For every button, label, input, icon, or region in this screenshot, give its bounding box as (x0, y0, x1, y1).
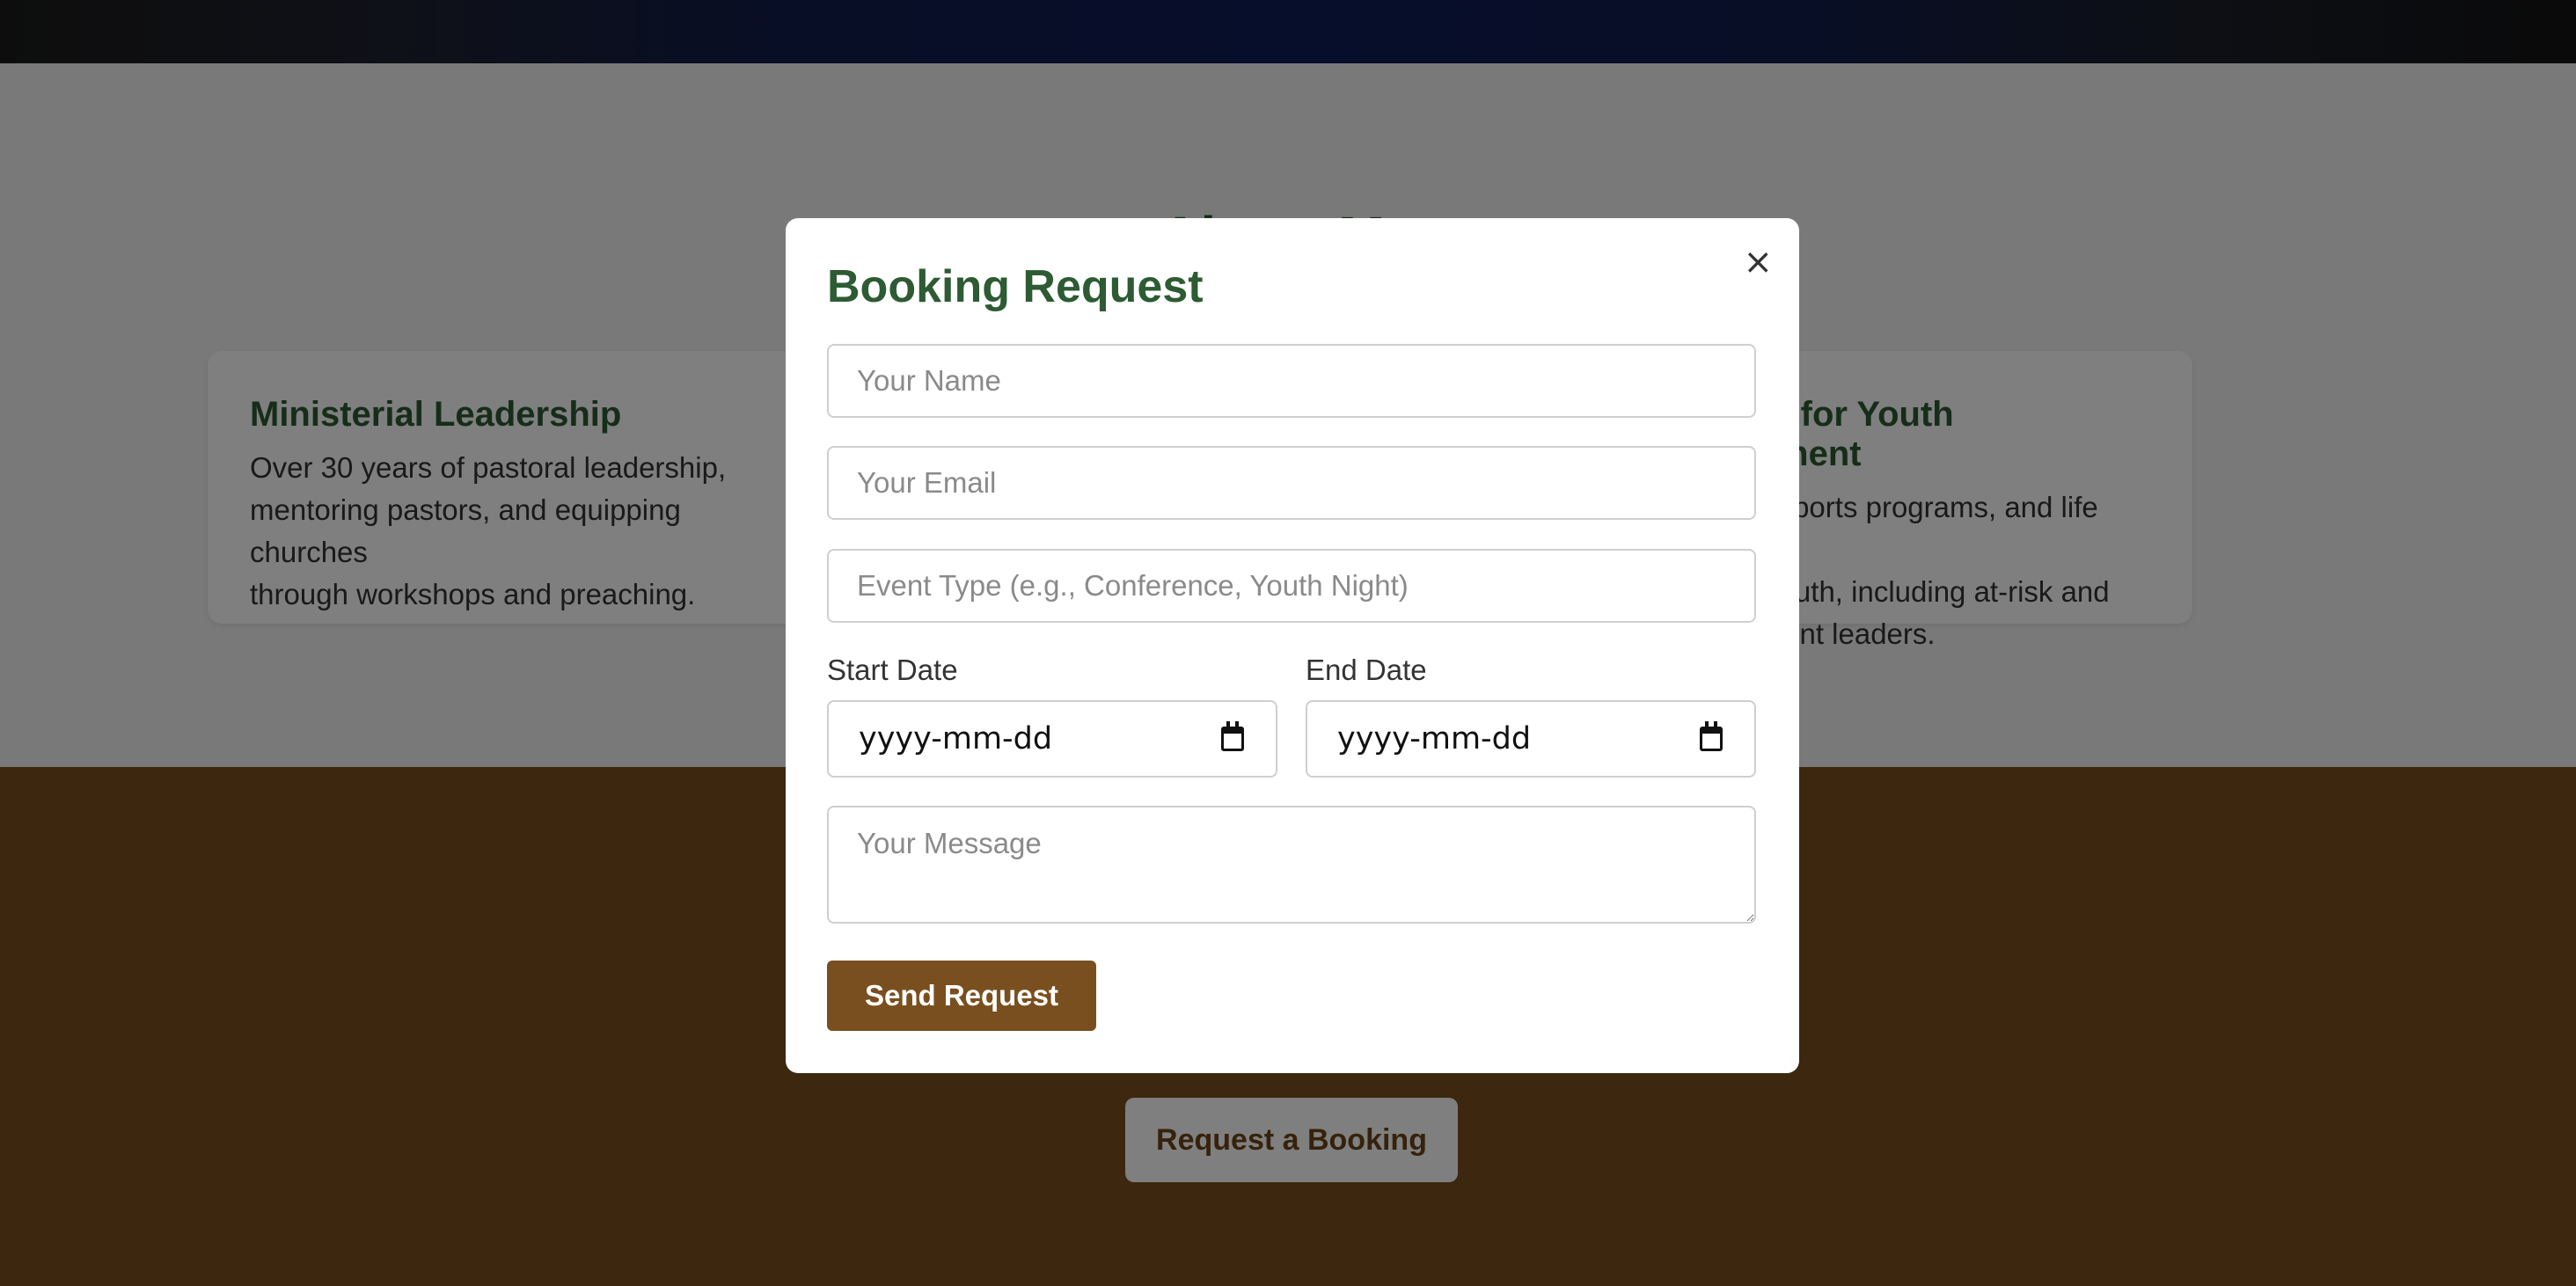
send-request-button[interactable]: Send Request (827, 961, 1096, 1031)
modal-title: Booking Request (827, 261, 1204, 312)
message-textarea[interactable] (827, 806, 1756, 924)
calendar-icon[interactable] (1700, 721, 1723, 751)
booking-request-modal: × Booking Request Start Date End Date yy… (786, 218, 1799, 1073)
name-input[interactable] (827, 344, 1756, 418)
date-placeholder: yyyy-mm-dd (859, 721, 1053, 756)
end-date-label: End Date (1306, 654, 1427, 686)
start-date-input[interactable]: yyyy-mm-dd (827, 700, 1277, 778)
close-icon[interactable]: × (1743, 245, 1773, 280)
date-placeholder: yyyy-mm-dd (1337, 721, 1532, 756)
email-input[interactable] (827, 446, 1756, 520)
event-type-input[interactable] (827, 549, 1756, 623)
calendar-icon[interactable] (1221, 721, 1244, 751)
end-date-input[interactable]: yyyy-mm-dd (1306, 700, 1756, 778)
start-date-label: Start Date (827, 654, 958, 686)
